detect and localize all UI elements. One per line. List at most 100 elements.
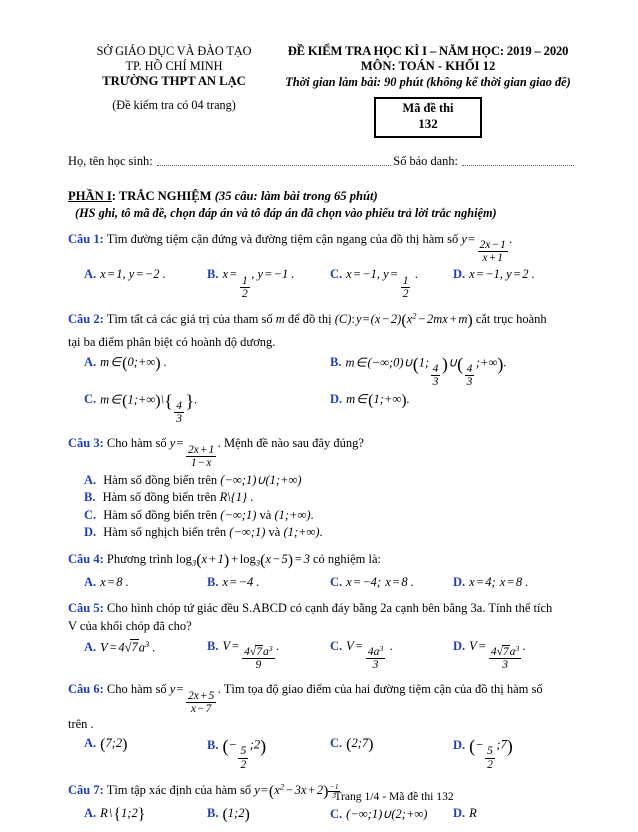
option-letter-a: A. [84,472,97,487]
question-2-option-b[interactable]: B. m ∈ (−∞;0)∪(1; 4 3)∪(4 3 ;+∞). [330,354,576,388]
question-1-label: Câu 1: [68,231,104,246]
question-3: Câu 3: Cho hàm số y = 2x + 11 − x. Mệnh … [68,434,576,469]
question-3-label: Câu 3: [68,436,104,451]
option-letter-c: C. [330,267,343,282]
option-letter-b: B. [207,638,219,653]
exam-duration: Thời gian làm bài: 90 phút (không kể thờ… [285,74,571,89]
option-d-value: Hàm số nghịch biến trên (−∞;1) và (1;+∞)… [103,525,323,540]
student-id-label: Số báo danh: [393,153,458,168]
option-letter-d: D. [453,638,466,653]
question-6-option-a[interactable]: A. (7;2) [84,736,207,770]
school-name: TRƯỜNG THPT AN LẠC [102,74,246,88]
option-d-value: x = 4; x = 8 . [469,575,529,590]
option-letter-d: D. [453,805,466,820]
department-name: SỞ GIÁO DỤC VÀ ĐÀO TẠO [96,44,252,58]
option-letter-b: B. [207,737,219,752]
option-letter-b: B. [330,355,342,370]
option-c-value: (2;7) [346,736,374,754]
question-1-option-b[interactable]: B. x = 12, y = −1 . [207,267,330,300]
question-6-stem-line2: trên . [68,717,94,732]
option-letter-c: C. [330,575,343,590]
option-letter-d: D. [453,737,466,752]
student-id-field[interactable] [462,164,574,166]
option-letter-d: D. [330,391,343,406]
question-6-option-d[interactable]: D. (− 5 2 ;7) [453,736,576,770]
question-2-stem-1: Tìm tất cả các giá trị của tham số [106,312,273,327]
question-7-option-c[interactable]: C. (−∞;1)∪(2;+∞) [330,806,453,824]
question-2-option-d[interactable]: D. m ∈ (1;+∞). [330,391,576,425]
question-4-option-b[interactable]: B. x = −4 . [207,575,330,590]
option-letter-c: C. [330,806,343,821]
exam-title-block: ĐỀ KIỂM TRA HỌC KÌ I – NĂM HỌC: 2019 – 2… [280,44,576,138]
exam-page: SỞ GIÁO DỤC VÀ ĐÀO TẠO TP. HỒ CHÍ MINH T… [0,0,638,832]
question-4-options: A. x = 8 . B. x = −4 . C. x = −4; x = 8 … [68,575,576,590]
question-3-option-b[interactable]: B. Hàm số đồng biến trên R\{1} . [84,490,576,505]
option-a-value: R \ {1;2} [100,805,146,823]
question-6-stem-2: . Tìm tọa độ giao điểm của hai đường tiệ… [217,682,543,697]
question-5-options: A. V = 4√7a3 . B. V = 4√7a3 9. C. V = 4a3… [68,639,576,672]
option-d-value: R [469,805,477,820]
question-1-option-d[interactable]: D. x = −1, y = 2 . [453,267,576,300]
question-3-stem-1: Cho hàm số [106,436,167,451]
question-3-option-c[interactable]: C. Hàm số đồng biến trên (−∞;1) và (1;+∞… [84,508,576,523]
question-5: Câu 5: Cho hình chóp tứ giác đều S.ABCD … [68,599,576,635]
option-letter-b: B. [207,575,219,590]
question-1-option-c[interactable]: C. x = −1, y = 12 . [330,267,453,300]
question-5-stem-line1: Cho hình chóp tứ giác đều S.ABCD có cạnh… [106,601,553,616]
option-b-value: Hàm số đồng biến trên R\{1} . [102,490,254,505]
question-1-option-a[interactable]: A. x = 1, y = −2 . [84,267,207,300]
question-2-param: m [275,312,285,327]
question-5-option-a[interactable]: A. V = 4√7a3 . [84,639,207,672]
question-5-option-b[interactable]: B. V = 4√7a3 9. [207,639,330,672]
question-6-option-c[interactable]: C. (2;7) [330,736,453,770]
question-6-option-b[interactable]: B. (− 5 2 ;2) [207,736,330,770]
exam-code-box: Mã đề thi 132 [374,96,482,138]
exam-title: ĐỀ KIỂM TRA HỌC KÌ I – NĂM HỌC: 2019 – 2… [287,44,569,58]
question-2-formula: (C): y = (x − 2)(x2 − 2mx + m) [334,310,473,330]
question-7-option-d[interactable]: D. R [453,806,576,824]
option-letter-d: D. [84,525,97,540]
student-name-field[interactable] [156,164,392,166]
question-2-option-c[interactable]: C. m ∈ (1;+∞)\{4 3}. [84,391,330,425]
question-7-option-b[interactable]: B. (1;2) [207,806,330,824]
question-2-option-a[interactable]: A. m ∈ (0;+∞) . [84,354,330,388]
option-a-value: x = 1, y = −2 . [100,267,166,282]
option-letter-b: B. [207,805,219,820]
option-letter-a: A. [84,639,97,654]
question-2-label: Câu 2: [68,312,104,327]
school-block: SỞ GIÁO DỤC VÀ ĐÀO TẠO TP. HỒ CHÍ MINH T… [68,44,280,113]
question-3-option-d[interactable]: D. Hàm số nghịch biến trên (−∞;1) và (1;… [84,525,576,540]
option-letter-a: A. [84,736,97,751]
option-d-value: m ∈ (1;+∞). [346,391,410,410]
section-heading: PHẦN I: TRẮC NGHIỆM (35 câu: làm bài tro… [68,189,576,204]
option-d-value: (− 5 2 ;7) [469,736,513,771]
document-header: SỞ GIÁO DỤC VÀ ĐÀO TẠO TP. HỒ CHÍ MINH T… [68,44,576,138]
question-4-label: Câu 4: [68,552,104,567]
option-b-value: m ∈ (−∞;0)∪(1; 4 3)∪(4 3 ;+∞). [345,353,507,388]
question-5-label: Câu 5: [68,601,104,616]
question-5-option-c[interactable]: C. V = 4a3 3 . [330,639,453,672]
question-4-option-d[interactable]: D. x = 4; x = 8 . [453,575,576,590]
city-name: TP. HỒ CHÍ MINH [125,59,223,73]
question-4-option-c[interactable]: C. x = −4; x = 8 . [330,575,453,590]
option-b-value: x = 12, y = −1 . [222,267,295,301]
question-3-option-a[interactable]: A. Hàm số đồng biến trên (−∞;1)∪(1;+∞) [84,472,576,488]
question-6-options: A. (7;2) B. (− 5 2 ;2) C. (2;7) D. (− 5 2 ;7) [68,736,576,770]
question-4-option-a[interactable]: A. x = 8 . [84,575,207,590]
option-letter-b: B. [207,267,219,282]
question-2-options-row1: A. m ∈ (0;+∞) . B. m ∈ (−∞;0)∪(1; 4 3)∪(4 3… [68,354,576,388]
question-1-stem: Tìm đường tiệm cận đứng và đường tiệm cậ… [106,231,459,246]
option-d-value: V = 4√7a3 3. [469,638,526,672]
option-c-value: m ∈ (1;+∞)\{4 3}. [100,390,198,426]
question-5-option-d[interactable]: D. V = 4√7a3 3. [453,639,576,672]
question-7-option-a[interactable]: A. R \ {1;2} [84,806,207,824]
question-4-stem-2: có nghiệm là: [312,552,382,567]
option-d-value: x = −1, y = 2 . [469,267,535,282]
option-letter-d: D. [453,575,466,590]
question-4: Câu 4: Phương trình log3(x + 1) + log3(x… [68,549,576,572]
question-2-stem-line2: tại ba điểm phân biệt có hoành độ dương. [68,334,276,349]
question-1-formula: y = 2x − 1x + 1. [461,231,513,265]
option-a-value: x = 8 . [100,575,129,590]
question-5-stem-line2: V của khối chóp đã cho? [68,619,192,634]
option-b-value: x = −4 . [222,575,260,590]
